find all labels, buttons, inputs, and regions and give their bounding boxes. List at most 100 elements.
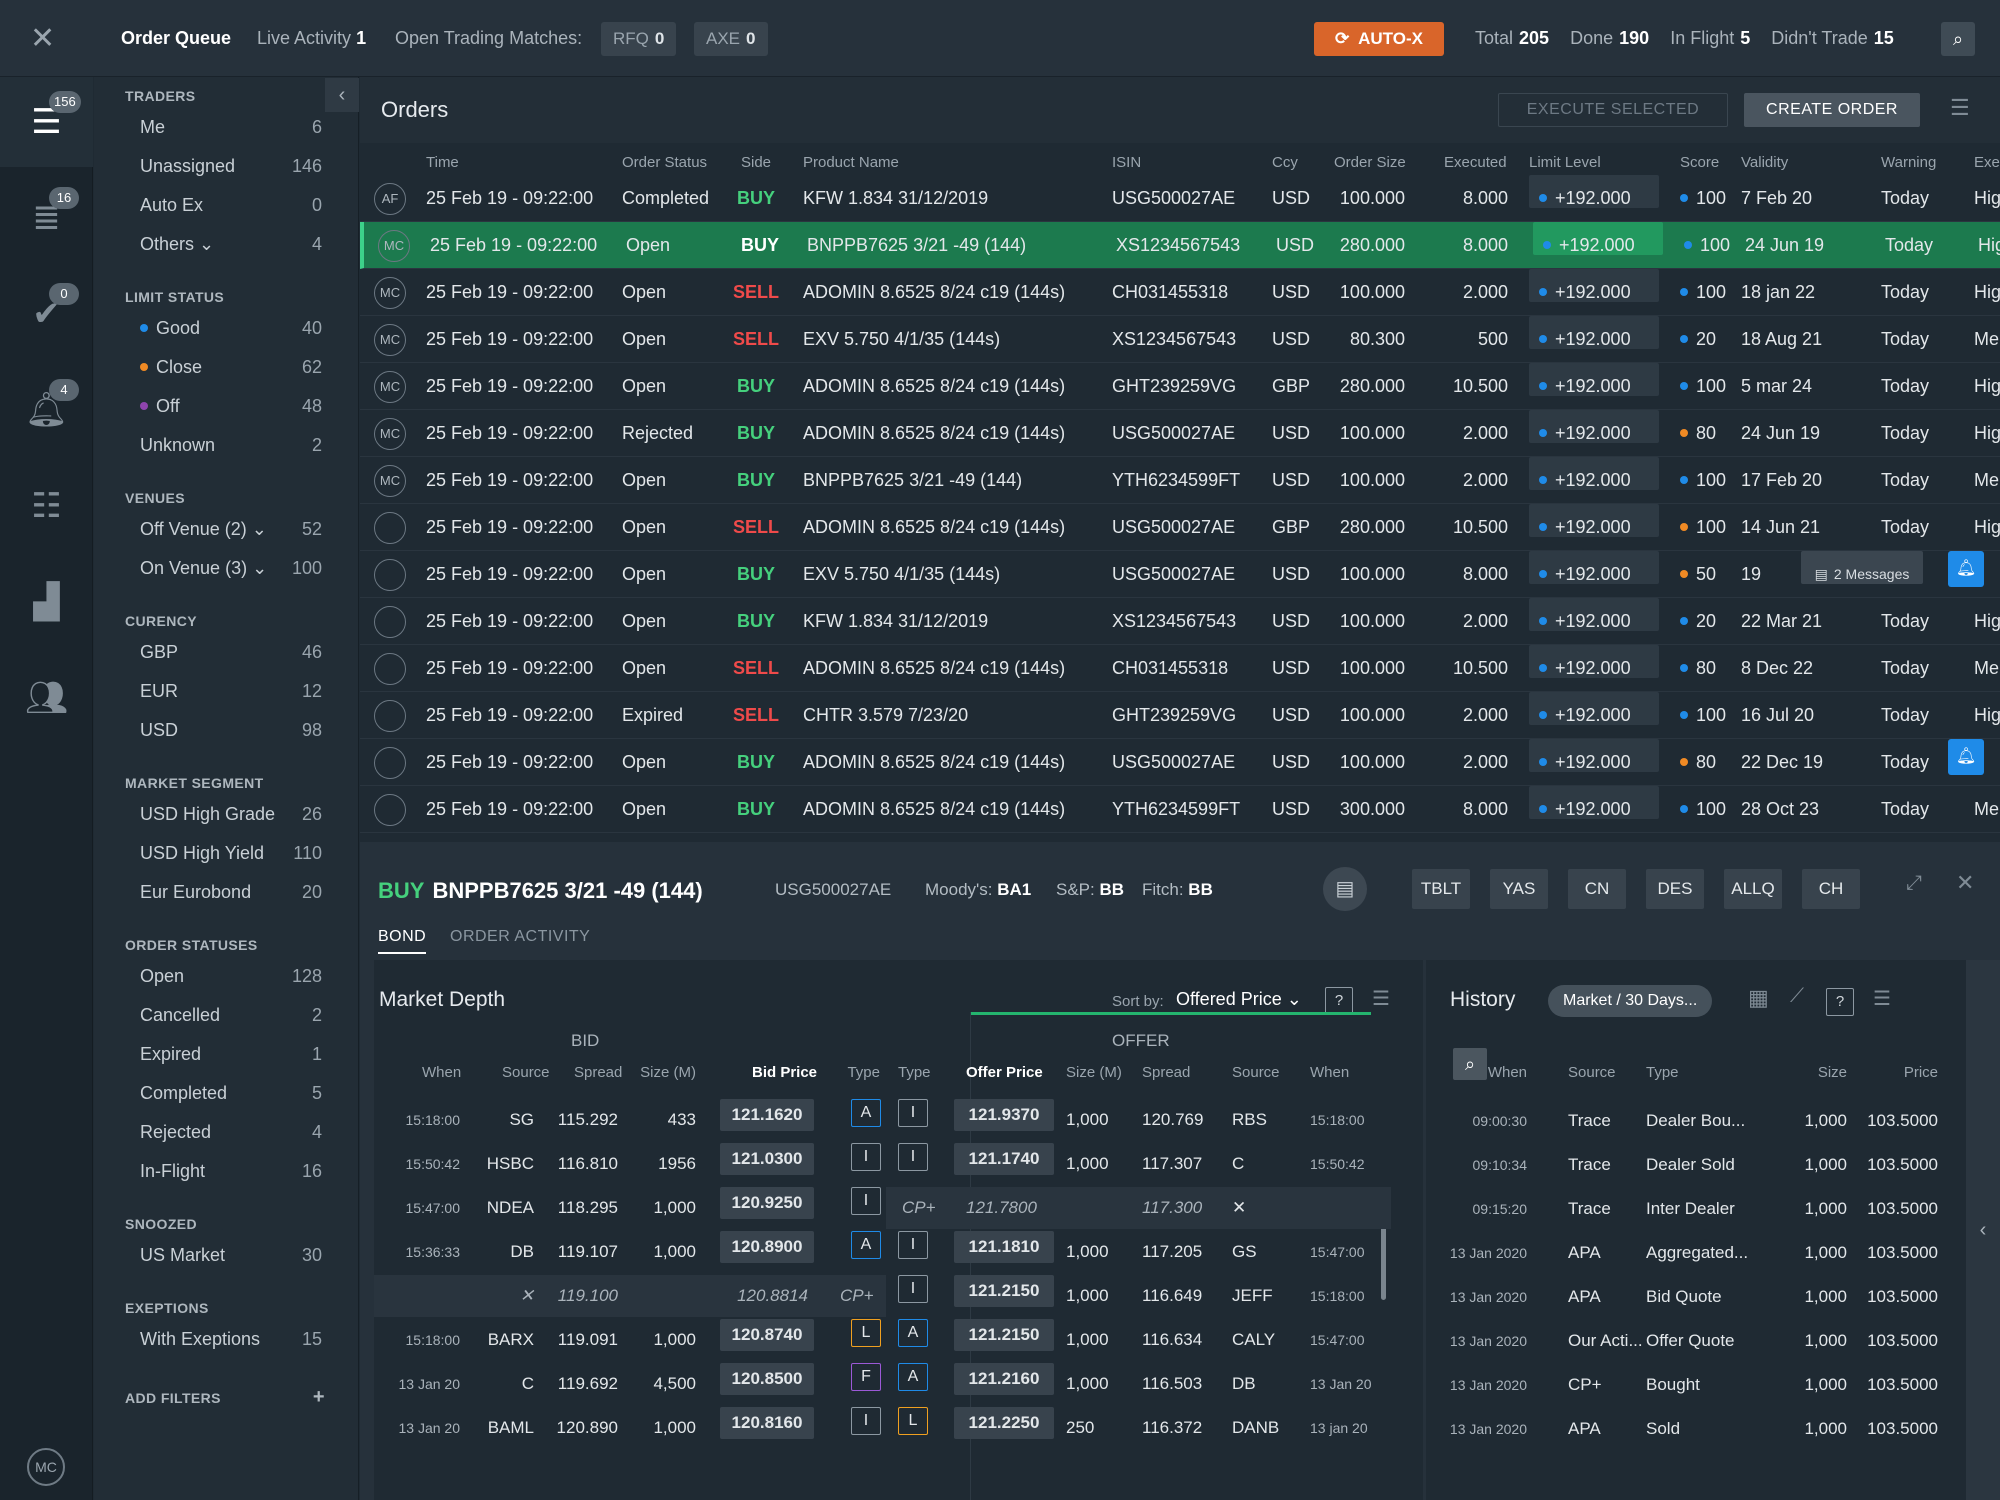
limit-level[interactable]: +192.000 xyxy=(1529,316,1659,349)
limit-level[interactable]: +192.000 xyxy=(1529,598,1659,631)
rfq-pill[interactable]: RFQ 0 xyxy=(601,22,677,56)
order-row[interactable]: AF 25 Feb 19 - 09:22:00 Completed BUY KFW 1.… xyxy=(360,175,2000,222)
bid-price[interactable]: 120.8900 xyxy=(720,1231,814,1263)
notification-bell-icon[interactable]: 🔔︎ xyxy=(1948,739,1984,775)
document-icon[interactable]: ▤ xyxy=(1323,867,1367,911)
offer-price[interactable]: 121.9370 xyxy=(954,1099,1054,1131)
filter-item[interactable]: USD 98 xyxy=(140,720,322,741)
nav-queue-icon[interactable]: ≣ 16 xyxy=(0,173,93,263)
offer-price[interactable]: 121.2160 xyxy=(954,1363,1054,1395)
sort-select[interactable]: Offered Price ⌄ xyxy=(1176,989,1302,1010)
chart-view-icon[interactable]: ⟋ xyxy=(1790,985,1804,1008)
bid-price[interactable]: 120.8740 xyxy=(720,1319,814,1351)
search-icon[interactable]: ⌕ xyxy=(1941,22,1975,56)
filter-item[interactable]: USD High Grade 26 xyxy=(140,804,322,825)
tab-order-activity[interactable]: ORDER ACTIVITY xyxy=(450,928,590,946)
limit-level[interactable]: +192.000 xyxy=(1529,551,1659,584)
column-header[interactable]: Validity xyxy=(1741,154,1788,171)
market-depth-row[interactable]: 15:36:33 DB 119.107 1,000 120.8900 A I 121.1810… xyxy=(374,1231,1396,1273)
nav-bell-icon[interactable]: 🔔︎ 4 xyxy=(0,365,93,455)
limit-level[interactable]: +192.000 xyxy=(1529,457,1659,490)
nav-chart-icon[interactable]: ▟ xyxy=(0,557,93,647)
limit-level[interactable]: +192.000 xyxy=(1529,739,1659,772)
order-row[interactable]: 25 Feb 19 - 09:22:00 Expired SELL CHTR 3.57… xyxy=(360,692,2000,739)
notification-bell-icon[interactable]: 🔔︎ xyxy=(1948,551,1984,587)
limit-level[interactable]: +192.000 xyxy=(1529,786,1659,819)
plus-icon[interactable]: + xyxy=(313,1386,325,1409)
column-header[interactable]: Limit Level xyxy=(1529,154,1601,171)
table-view-icon[interactable]: ▦ xyxy=(1748,985,1769,1011)
filter-item[interactable]: Close 62 xyxy=(140,357,322,378)
tab-bond[interactable]: BOND xyxy=(378,928,427,954)
limit-level[interactable]: +192.000 xyxy=(1529,363,1659,396)
order-row[interactable]: 25 Feb 19 - 09:22:00 Open BUY ADOMIN 8.6525… xyxy=(360,739,2000,786)
expand-side-panel-icon[interactable]: ‹ xyxy=(1966,960,2000,1500)
expand-icon[interactable]: ⤢ xyxy=(1906,872,1922,895)
bid-price[interactable]: 120.8500 xyxy=(720,1363,814,1395)
nav-orders-list-icon[interactable]: ☰ 156 xyxy=(0,77,93,167)
limit-level[interactable]: +192.000 xyxy=(1529,410,1659,443)
collapse-panel-icon[interactable]: ‹ xyxy=(325,78,359,112)
nav-check-icon[interactable]: ✔ 0 xyxy=(0,269,93,359)
history-row[interactable]: 13 Jan 2020 APA Bid Quote 1,000 103.5000 xyxy=(1426,1275,1966,1319)
bloomberg-button-tblt[interactable]: TBLT xyxy=(1412,869,1470,909)
bid-price[interactable]: 120.8160 xyxy=(720,1407,814,1439)
offer-price[interactable]: 121.2150 xyxy=(954,1275,1054,1307)
filter-item[interactable]: EUR 12 xyxy=(140,681,322,702)
filter-item[interactable]: Me 6 xyxy=(140,117,322,138)
market-depth-row[interactable]: ✕ 119.100 120.8814 CP+ I 121.2150 1,000 116.649… xyxy=(374,1275,1396,1317)
column-header[interactable]: Side xyxy=(741,154,771,171)
limit-level[interactable]: +192.000 xyxy=(1529,175,1659,208)
order-queue-link[interactable]: Order Queue xyxy=(121,0,231,77)
filter-item[interactable]: Off 48 xyxy=(140,396,322,417)
order-row[interactable]: 25 Feb 19 - 09:22:00 Open SELL ADOMIN 8.652… xyxy=(360,645,2000,692)
avatar[interactable]: MC xyxy=(27,1448,65,1486)
history-row[interactable]: 13 Jan 2020 APA Sold 1,000 103.5000 xyxy=(1426,1407,1966,1451)
column-header[interactable]: Order Size xyxy=(1334,154,1406,171)
filter-item[interactable]: Auto Ex 0 xyxy=(140,195,322,216)
order-row[interactable]: MC 25 Feb 19 - 09:22:00 Rejected BUY ADOMIN … xyxy=(360,410,2000,457)
column-header[interactable]: Ccy xyxy=(1272,154,1298,171)
history-row[interactable]: 09:10:34 Trace Dealer Sold 1,000 103.5000 xyxy=(1426,1143,1966,1187)
filter-item[interactable]: On Venue (3) ⌄ 100 xyxy=(140,558,322,579)
bloomberg-button-ch[interactable]: CH xyxy=(1802,869,1860,909)
order-row[interactable]: MC 25 Feb 19 - 09:22:00 Open BUY ADOMIN 8.65… xyxy=(360,363,2000,410)
offer-price[interactable]: 121.2150 xyxy=(954,1319,1054,1351)
filter-item[interactable]: USD High Yield 110 xyxy=(140,843,322,864)
filter-item[interactable]: Completed 5 xyxy=(140,1083,322,1104)
menu-icon[interactable]: ☰ xyxy=(1950,95,1970,121)
market-depth-row[interactable]: 13 Jan 20 BAML 120.890 1,000 120.8160 I L 121.2… xyxy=(374,1407,1396,1449)
filter-item[interactable]: GBP 46 xyxy=(140,642,322,663)
bloomberg-button-yas[interactable]: YAS xyxy=(1490,869,1548,909)
market-depth-row[interactable]: 13 Jan 20 C 119.692 4,500 120.8500 F A 121.2160… xyxy=(374,1363,1396,1405)
column-header[interactable]: ISIN xyxy=(1112,154,1141,171)
history-row[interactable]: 13 Jan 2020 CP+ Bought 1,000 103.5000 xyxy=(1426,1363,1966,1407)
history-search-icon[interactable]: ⌕ xyxy=(1453,1048,1487,1080)
filter-item[interactable]: Open 128 xyxy=(140,966,322,987)
menu-icon[interactable]: ☰ xyxy=(1873,986,1891,1011)
order-row[interactable]: 25 Feb 19 - 09:22:00 Open BUY KFW 1.834 31/… xyxy=(360,598,2000,645)
order-row[interactable]: 25 Feb 19 - 09:22:00 Open SELL ADOMIN 8.652… xyxy=(360,504,2000,551)
limit-level[interactable]: +192.000 xyxy=(1529,645,1659,678)
axe-pill[interactable]: AXE 0 xyxy=(694,22,768,56)
messages-button[interactable]: ▤ 2 Messages xyxy=(1801,551,1923,584)
filter-item[interactable]: Unassigned 146 xyxy=(140,156,322,177)
bid-price[interactable]: 120.9250 xyxy=(720,1187,814,1219)
order-row[interactable]: MC 25 Feb 19 - 09:22:00 Open BUY BNPPB7625 3… xyxy=(360,222,2000,269)
history-row[interactable]: 13 Jan 2020 Our Acti... Offer Quote 1,000 10… xyxy=(1426,1319,1966,1363)
history-filter-chip[interactable]: Market / 30 Days... xyxy=(1548,985,1713,1017)
market-depth-row[interactable]: 15:18:00 SG 115.292 433 121.1620 A I 121.9370 1,… xyxy=(374,1099,1396,1141)
create-order-button[interactable]: CREATE ORDER xyxy=(1744,93,1920,127)
help-icon[interactable]: ? xyxy=(1325,987,1353,1015)
nav-users-icon[interactable]: 👥︎ xyxy=(0,653,93,743)
history-row[interactable]: 13 Jan 2020 APA Aggregated... 1,000 103.5000 xyxy=(1426,1231,1966,1275)
live-activity-link[interactable]: Live Activity 1 xyxy=(257,0,366,77)
auto-x-button[interactable]: ⟳ AUTO-X xyxy=(1314,22,1444,56)
limit-level[interactable]: +192.000 xyxy=(1533,222,1663,255)
limit-level[interactable]: +192.000 xyxy=(1529,504,1659,537)
filter-item[interactable]: Off Venue (2) ⌄ 52 xyxy=(140,519,322,540)
nav-lines-icon[interactable]: ☷ xyxy=(0,461,93,551)
filter-item[interactable]: Good 40 xyxy=(140,318,322,339)
filter-item[interactable]: Expired 1 xyxy=(140,1044,322,1065)
filter-item[interactable]: In-Flight 16 xyxy=(140,1161,322,1182)
